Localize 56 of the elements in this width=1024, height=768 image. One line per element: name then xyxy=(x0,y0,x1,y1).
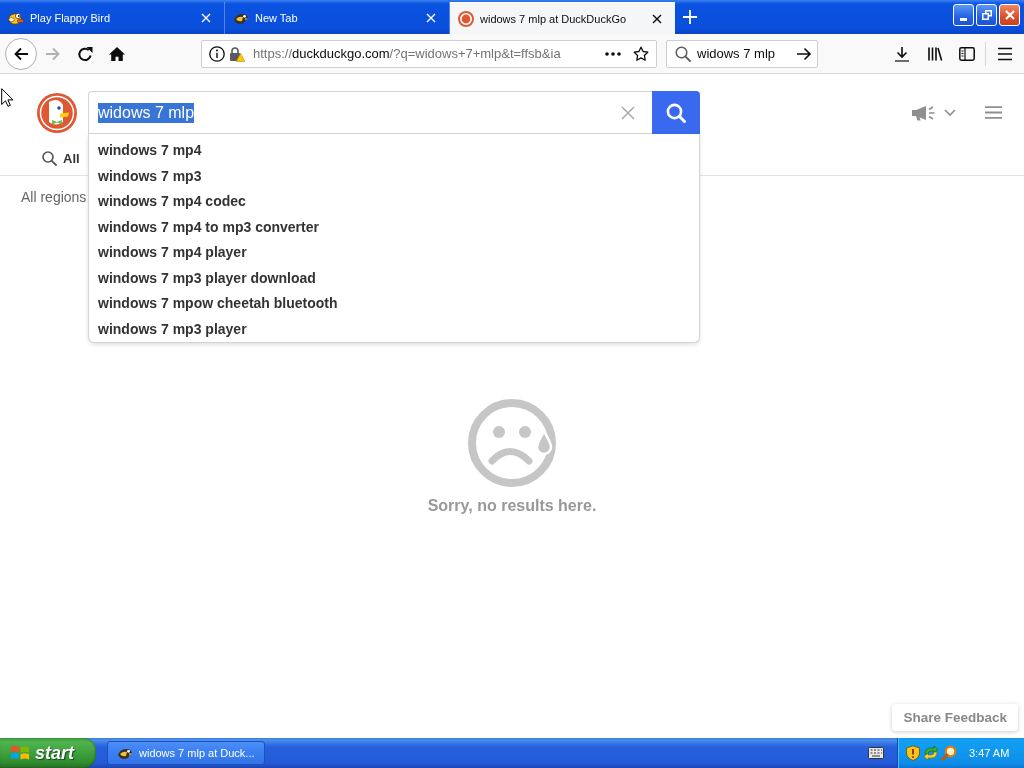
search-field[interactable]: widows 7 mlp xyxy=(88,91,652,134)
suggestion-item[interactable]: windows 7 mp4 xyxy=(89,138,699,164)
all-tab[interactable]: All xyxy=(42,150,80,166)
home-icon[interactable] xyxy=(109,45,125,62)
search-icon xyxy=(42,150,57,166)
search-icon xyxy=(675,45,691,62)
chevron-down-icon[interactable] xyxy=(944,108,956,117)
reload-icon[interactable] xyxy=(77,45,93,62)
more-icon[interactable] xyxy=(605,51,621,56)
no-results-message: Sorry, no results here. xyxy=(427,496,597,516)
suggestion-item[interactable]: windows 7 mp4 codec xyxy=(89,189,699,215)
back-arrow-icon xyxy=(13,45,29,62)
browser-tab[interactable]: widows 7 mlp at DuckDuckGo xyxy=(450,2,675,34)
search-field[interactable]: widows 7 mlp xyxy=(666,39,818,68)
close-button[interactable] xyxy=(999,4,1020,26)
suggestion-item[interactable]: windows 7 mpow cheetah bluetooth xyxy=(89,291,699,317)
suggestion-item[interactable]: windows 7 mp3 xyxy=(89,163,699,189)
star-icon[interactable] xyxy=(633,45,649,62)
plus-icon[interactable] xyxy=(682,9,698,25)
search-icon xyxy=(666,102,686,123)
minimize-button[interactable] xyxy=(953,4,974,26)
clock-text: 3:47 AM xyxy=(969,747,1010,759)
suggestion-item[interactable]: windows 7 mp3 player xyxy=(89,316,699,342)
duck-logo-icon[interactable] xyxy=(37,92,77,133)
address-bar[interactable]: https://duckduckgo.com/?q=widows+7+mlp&t=ffsb&ia xyxy=(201,39,657,68)
shield-icon[interactable] xyxy=(905,745,921,761)
close-icon[interactable] xyxy=(652,13,662,24)
bird-icon xyxy=(117,746,133,760)
suggestion-item[interactable]: windows 7 mp4 to mp3 converter xyxy=(89,214,699,240)
arrows-icon[interactable] xyxy=(923,745,939,761)
share-feedback-button[interactable]: Share Feedback xyxy=(892,704,1018,731)
download-icon[interactable] xyxy=(894,45,910,62)
library-icon[interactable] xyxy=(927,45,943,62)
suggestion-item[interactable]: windows 7 mp4 player xyxy=(89,240,699,266)
suggestion-item[interactable]: windows 7 mp3 player download xyxy=(89,265,699,291)
bird-icon xyxy=(8,11,24,25)
logo-icon xyxy=(458,10,474,27)
search-button[interactable] xyxy=(652,91,700,134)
back-button[interactable] xyxy=(5,37,37,70)
menu-icon[interactable] xyxy=(997,46,1013,61)
minimize-icon xyxy=(960,18,967,21)
sidebar-icon[interactable] xyxy=(959,45,975,62)
keyboard-icon[interactable] xyxy=(868,747,884,759)
taskbar-button[interactable]: widows 7 mlp at Duck... xyxy=(107,741,265,765)
sad-face-icon xyxy=(467,398,557,488)
info-icon[interactable] xyxy=(209,45,225,62)
restore-button[interactable] xyxy=(976,4,997,26)
url-text: https://duckduckgo.com/?q=widows+7+mlp&t=ffsb&ia xyxy=(253,46,562,61)
lock-warning-icon[interactable] xyxy=(229,45,245,62)
close-icon xyxy=(1004,10,1015,20)
restore-icon xyxy=(981,10,992,20)
region-selector[interactable]: All regions xyxy=(21,187,87,207)
magnifier-icon[interactable] xyxy=(941,745,957,761)
flag-icon xyxy=(10,744,30,762)
bird-icon xyxy=(233,11,249,25)
right-arrow-icon[interactable] xyxy=(796,45,812,62)
